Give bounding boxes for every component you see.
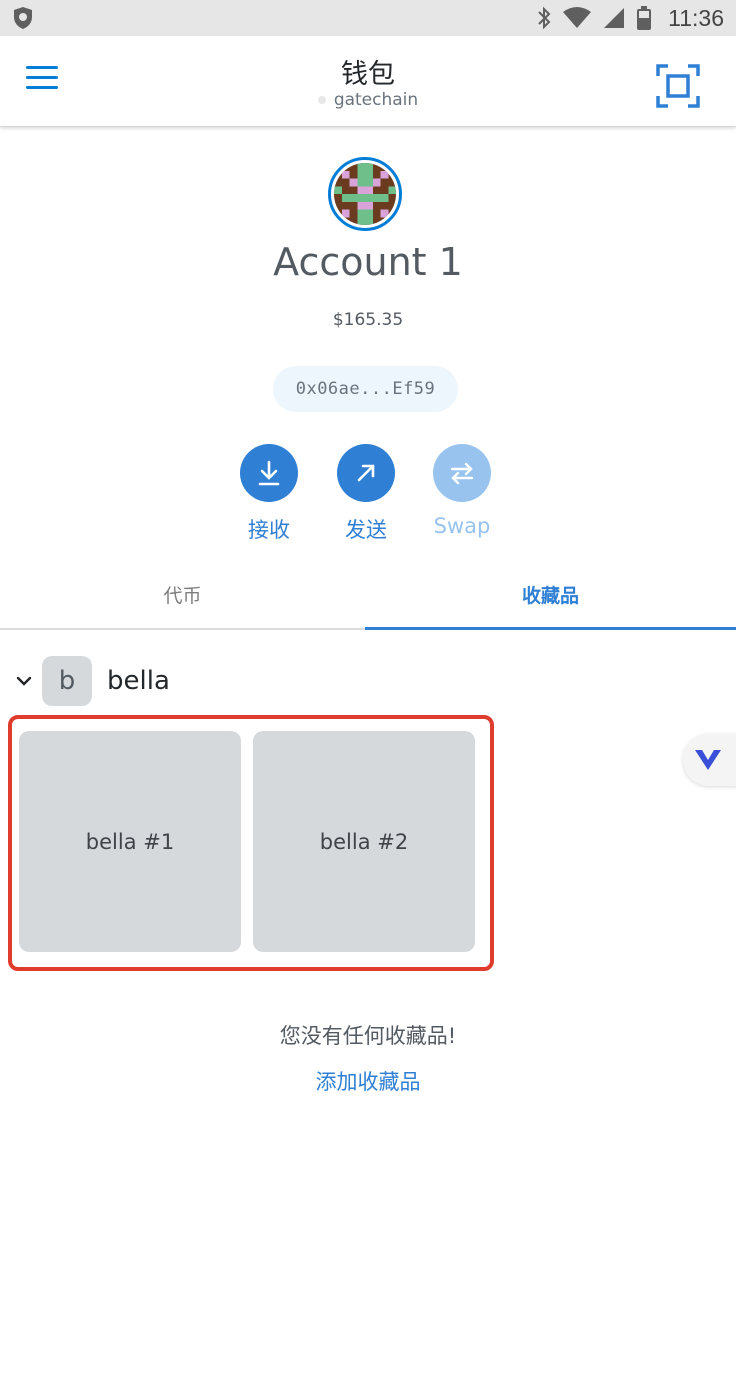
tab-collectibles[interactable]: 收藏品	[365, 560, 736, 630]
scan-qr-button[interactable]	[656, 64, 700, 108]
account-balance: $165.35	[332, 310, 404, 330]
account-name[interactable]: Account 1	[0, 240, 736, 284]
shield-icon	[14, 7, 32, 29]
account-address-button[interactable]: 0x06ae...Ef59	[273, 366, 458, 412]
collectible-card[interactable]: bella #2	[253, 731, 475, 952]
collection-icon: b	[42, 656, 92, 706]
collectible-card[interactable]: bella #1	[19, 731, 241, 952]
asset-tabs: 代币 收藏品	[0, 560, 736, 630]
network-selector[interactable]: gatechain	[0, 90, 736, 110]
v-logo-icon	[695, 750, 721, 770]
arrow-up-right-icon	[357, 464, 375, 482]
send-button[interactable]: 发送	[316, 444, 416, 544]
receive-circle	[240, 444, 298, 502]
swap-label: Swap	[433, 514, 491, 538]
send-label: 发送	[345, 518, 387, 542]
app-header: 钱包 gatechain	[0, 36, 736, 127]
network-dot-icon	[317, 96, 326, 104]
send-circle	[337, 444, 395, 502]
page-title: 钱包	[341, 59, 395, 90]
collection-name: bella	[107, 666, 170, 696]
swap-circle	[433, 444, 491, 502]
swap-icon	[450, 462, 474, 485]
collection-header[interactable]: b bella	[14, 656, 170, 706]
network-name: gatechain	[333, 90, 419, 110]
receive-label: 接收	[248, 518, 290, 542]
signal-icon	[604, 8, 625, 28]
status-bar: 11:36	[0, 0, 736, 36]
wifi-icon	[563, 7, 592, 28]
bluetooth-icon	[538, 6, 551, 30]
floating-assistant-button[interactable]	[683, 734, 736, 786]
tab-tokens[interactable]: 代币	[0, 560, 365, 628]
receive-button[interactable]: 接收	[219, 444, 319, 544]
battery-icon	[637, 6, 652, 30]
swap-button[interactable]: Swap	[412, 444, 512, 538]
add-collectible-link[interactable]: 添加收藏品	[0, 1066, 736, 1096]
download-icon	[258, 460, 280, 486]
chevron-down-icon[interactable]	[14, 671, 34, 691]
account-avatar[interactable]	[328, 157, 402, 231]
identicon-icon	[334, 163, 396, 225]
empty-state-message: 您没有任何收藏品!	[279, 1024, 457, 1048]
status-time: 11:36	[668, 4, 724, 31]
